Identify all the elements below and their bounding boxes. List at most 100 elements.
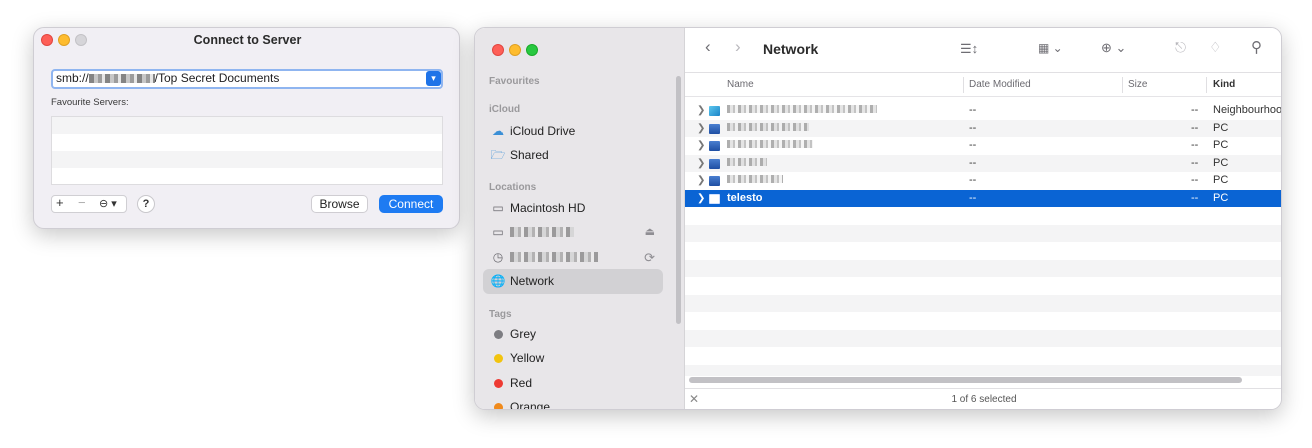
address-prefix: smb://	[56, 71, 89, 85]
remove-favourite-button[interactable]: −	[78, 195, 86, 210]
row-date: --	[969, 174, 977, 186]
empty-row	[685, 224, 1281, 242]
folder-title: Network	[763, 41, 819, 57]
sidebar-item-label: Yellow	[510, 351, 545, 365]
sidebar-item-external-drive[interactable]: ▭ ⏏	[483, 220, 663, 245]
sidebar-item-network[interactable]: 🌐 Network	[483, 269, 663, 294]
more-actions-button[interactable]: ⊖ ▾	[99, 197, 117, 210]
row-name	[727, 172, 783, 190]
row-kind: Neighbourhood	[1213, 104, 1282, 116]
list-row	[52, 151, 442, 168]
table-row[interactable]: ❯ -- -- PC	[685, 172, 1281, 190]
column-header-name[interactable]: Name	[727, 79, 754, 90]
horizontal-scrollbar[interactable]	[689, 377, 1242, 383]
column-header-kind[interactable]: Kind	[1213, 79, 1235, 90]
sidebar-header-locations: Locations	[489, 182, 537, 193]
sidebar-item-label: Shared	[510, 148, 549, 162]
row-name	[727, 102, 877, 120]
sync-icon: ⟳	[644, 250, 655, 265]
redacted-name	[727, 157, 767, 166]
row-size: --	[1191, 139, 1199, 151]
favourite-servers-list[interactable]	[51, 116, 443, 185]
connect-button[interactable]: Connect	[379, 195, 443, 213]
redacted-backup-name	[510, 252, 598, 262]
table-row-selected[interactable]: ❯ telesto -- -- PC	[685, 189, 1281, 208]
table-row[interactable]: ❯ -- -- Neighbourhood	[685, 102, 1282, 120]
sidebar: Favourites iCloud ☁ iCloud Drive 🗁 Share…	[475, 28, 685, 410]
list-row	[52, 117, 442, 134]
disclosure-chevron-icon[interactable]: ❯	[697, 120, 705, 138]
row-kind: PC	[1213, 191, 1229, 204]
row-kind: PC	[1213, 121, 1229, 134]
server-address-input[interactable]: smb:// /Top Secret Documents	[51, 69, 443, 89]
pc-icon	[709, 176, 720, 186]
table-row[interactable]: ❯ -- -- PC	[685, 137, 1281, 155]
status-bar: ✕ 1 of 6 selected	[685, 388, 1281, 409]
connect-to-server-window: Connect to Server smb:// /Top Secret Docu…	[33, 27, 460, 229]
minimize-window-button[interactable]	[509, 44, 521, 56]
row-name	[727, 155, 767, 173]
column-header-size[interactable]: Size	[1128, 79, 1147, 90]
share-icon[interactable]: ⎋	[1175, 39, 1186, 56]
window-title: Connect to Server	[193, 33, 302, 47]
more-actions-icon[interactable]: ⊕ ⌄	[1101, 40, 1126, 56]
close-window-button[interactable]	[492, 44, 504, 56]
sidebar-item-label: Grey	[510, 327, 537, 341]
redacted-name	[727, 175, 783, 183]
toolbar: ‹ › Network ☰↕ ▦ ⌄ ⊕ ⌄ ⎋ ♢ ⚲	[685, 28, 1281, 73]
column-divider[interactable]	[1206, 77, 1207, 93]
column-header-date-modified[interactable]: Date Modified	[969, 79, 1031, 90]
tag-icon[interactable]: ♢	[1209, 39, 1222, 56]
disclosure-chevron-icon[interactable]: ❯	[697, 155, 705, 173]
address-suffix: /Top Secret Documents	[154, 71, 280, 85]
hard-drive-icon: ▭	[492, 201, 504, 215]
file-list: ❯ -- -- Neighbourhood ❯ -- -- PC ❯ -- --…	[685, 102, 1282, 376]
redacted-name	[727, 105, 877, 113]
disclosure-chevron-icon[interactable]: ❯	[697, 190, 705, 208]
sidebar-item-backup-drive[interactable]: ◷ ⟳	[483, 245, 663, 270]
add-favourite-button[interactable]: +	[56, 195, 64, 210]
row-size: --	[1191, 104, 1199, 116]
disclosure-chevron-icon[interactable]: ❯	[697, 102, 705, 120]
group-by-icon[interactable]: ▦ ⌄	[1038, 41, 1063, 55]
address-history-dropdown-button[interactable]: ▾	[426, 71, 441, 86]
list-view-icon[interactable]: ☰↕	[960, 41, 978, 57]
list-row	[52, 168, 442, 185]
sidebar-item-shared[interactable]: 🗁 Shared	[483, 143, 663, 168]
tag-color-dot	[494, 403, 503, 409]
sidebar-scrollbar[interactable]	[676, 76, 681, 324]
sidebar-item-tag-grey[interactable]: Grey	[483, 322, 663, 347]
sidebar-item-tag-orange[interactable]: Orange	[483, 395, 663, 410]
help-button[interactable]: ?	[137, 195, 155, 213]
table-row[interactable]: ❯ -- -- PC	[685, 154, 1281, 173]
pc-icon	[709, 123, 720, 134]
sidebar-header-tags: Tags	[489, 309, 512, 320]
search-icon[interactable]: ⚲	[1251, 38, 1262, 56]
sidebar-item-macintosh-hd[interactable]: ▭ Macintosh HD	[483, 196, 663, 221]
row-kind: PC	[1213, 174, 1229, 186]
sidebar-item-tag-red[interactable]: Red	[483, 371, 663, 396]
redacted-name	[727, 122, 809, 131]
forward-icon[interactable]: ›	[735, 37, 741, 57]
empty-row	[685, 329, 1281, 347]
disclosure-chevron-icon[interactable]: ❯	[697, 137, 705, 155]
sidebar-item-tag-yellow[interactable]: Yellow	[483, 346, 663, 371]
row-name	[727, 120, 809, 138]
column-headers: Name Date Modified Size Kind	[685, 73, 1281, 97]
back-icon[interactable]: ‹	[705, 37, 711, 57]
column-divider[interactable]	[963, 77, 964, 93]
sidebar-item-icloud-drive[interactable]: ☁ iCloud Drive	[483, 119, 663, 144]
row-size: --	[1191, 156, 1199, 169]
eject-icon[interactable]: ⏏	[645, 220, 655, 245]
sidebar-item-label: Red	[510, 376, 533, 390]
disclosure-chevron-icon[interactable]: ❯	[697, 172, 705, 190]
tag-color-dot	[494, 330, 503, 339]
zoom-window-button[interactable]	[526, 44, 538, 56]
table-row[interactable]: ❯ -- -- PC	[685, 119, 1281, 138]
tag-color-dot	[494, 354, 503, 363]
browse-button[interactable]: Browse	[311, 195, 368, 213]
sidebar-item-label: iCloud Drive	[510, 124, 576, 138]
sidebar-item-label: Orange	[510, 400, 551, 410]
column-divider[interactable]	[1122, 77, 1123, 93]
empty-row	[685, 294, 1281, 312]
